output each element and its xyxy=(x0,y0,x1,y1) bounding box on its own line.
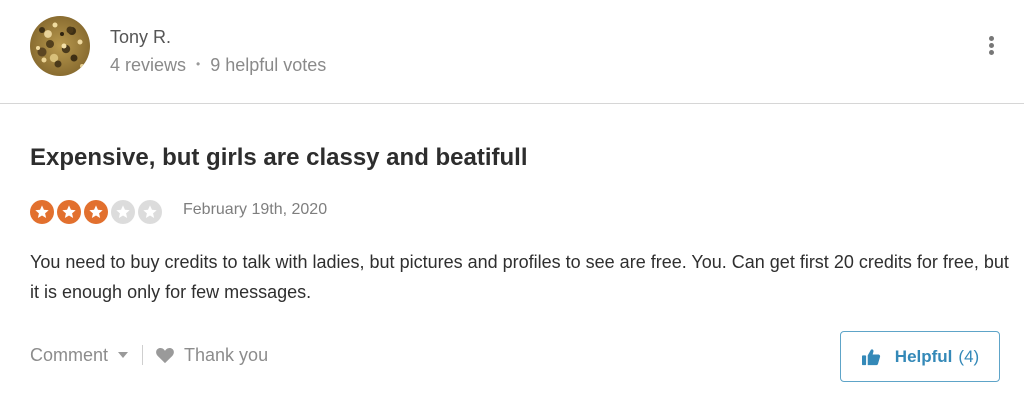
more-options-icon[interactable] xyxy=(982,36,1000,58)
thumbs-up-icon xyxy=(861,348,880,365)
review-body: You need to buy credits to talk with lad… xyxy=(30,252,1009,302)
reviewer-header: Tony R. 4 reviews • 9 helpful votes xyxy=(0,0,1024,104)
meta-separator: • xyxy=(196,57,201,71)
review-title[interactable]: Expensive, but girls are classy and beat… xyxy=(30,144,528,172)
star-icon-empty xyxy=(111,200,135,224)
star-rating xyxy=(30,200,162,224)
comment-label: Comment xyxy=(30,344,109,365)
helpful-button[interactable]: Helpful (4) xyxy=(840,331,1000,382)
review-count: 4 reviews xyxy=(110,55,187,75)
helpful-votes-count: 9 helpful votes xyxy=(210,55,327,75)
star-icon-filled xyxy=(30,200,54,224)
reviewer-stats: 4 reviews • 9 helpful votes xyxy=(110,55,326,76)
reviewer-name[interactable]: Tony R. xyxy=(110,27,171,48)
thank-you-button[interactable]: Thank you xyxy=(155,345,268,366)
helpful-label: Helpful xyxy=(894,346,953,366)
thank-you-label: Thank you xyxy=(184,344,269,365)
heart-icon xyxy=(156,347,174,364)
avatar[interactable] xyxy=(30,16,90,76)
helpful-count: (4) xyxy=(958,346,980,366)
star-icon-empty xyxy=(138,200,162,224)
action-divider xyxy=(142,345,144,365)
comment-button[interactable]: Comment xyxy=(30,344,129,366)
star-icon-filled xyxy=(84,200,108,224)
review-actions: Comment Thank you xyxy=(30,343,268,367)
chevron-down-icon xyxy=(118,352,129,358)
review-date: February 19th, 2020 xyxy=(183,201,328,218)
star-icon-filled xyxy=(57,200,81,224)
